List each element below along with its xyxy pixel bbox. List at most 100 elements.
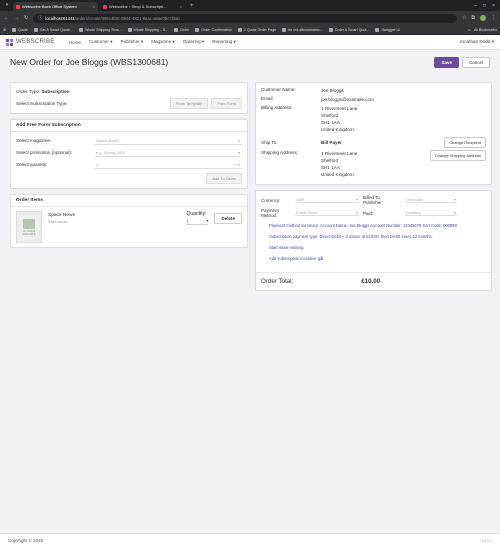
profile-avatar[interactable] [480,15,486,21]
chevron-down-icon: ▾ [491,39,494,44]
reload-icon[interactable]: ↻ [24,15,28,21]
nav-customer[interactable]: Customer ▾ [89,39,113,45]
billed-label: Billed To Publisher: [363,195,384,205]
currency-label: Currency: [261,197,281,203]
quantity-select[interactable]: 1 × ▾ [94,161,242,169]
maximize-icon[interactable]: □ [483,3,486,9]
browser-tab-backoffice[interactable]: Webscribe Back Office System × [13,2,98,11]
magazine-label: Select magazine: [16,138,52,143]
bookmark-star-icon[interactable]: ☆ [462,15,466,21]
payment-summary: Payment method summary: Account Name: Jo… [269,223,457,228]
save-button[interactable]: Save [434,56,459,68]
customer-panel: Customer Name: Joe Bloggs Email: joe.blogg… [255,82,492,185]
all-bookmarks[interactable]: ▭ All Bookmarks [468,28,497,32]
user-menu[interactable]: Jonathan Dodd ▾ [459,39,494,45]
payment-panel: Currency: GBP ▾ Billed To Publisher: Unkn… [255,190,492,291]
apps-icon[interactable]: ⊞ [3,28,6,32]
add-to-order-button[interactable]: Add To Order [206,173,242,184]
tab-search-icon[interactable]: ▾ [3,2,11,9]
free-form-panel: Add Free Form Subscription Select magazi… [10,119,248,189]
bookmark-item[interactable]: Whale Shipping – S... [127,27,168,32]
close-tab-icon[interactable]: × [180,4,182,9]
bookmark-item[interactable]: Order A Smart Quot... [328,27,369,32]
nav-ordering[interactable]: Ordering ▾ [183,39,204,45]
delete-item-button[interactable]: Delete [214,213,242,224]
bookmark-item[interactable]: Get A Smart Quote... [33,27,73,32]
app-logo[interactable]: WEBSCRIBE [6,38,55,46]
back-icon[interactable]: ← [4,15,9,21]
new-tab-button[interactable]: + [187,3,197,9]
change-shipping-button[interactable]: Change Shipping Address [429,150,486,161]
order-type-panel: Order Type: Subscription Select Subscrip… [10,82,248,114]
nav-publisher[interactable]: Publisher ▾ [121,39,144,45]
order-items-panel: Order Items NO IMAGE AVAILABLE Space New… [10,194,248,248]
change-recipient-button[interactable]: Change Recipient [444,137,486,148]
order-type-value: Subscription [41,89,70,94]
customer-name-label: Customer Name: [261,87,296,92]
chevron-down-icon: ▾ [355,210,358,215]
chevron-down-icon: ▾ [453,210,456,215]
customer-name: Joe Bloggs [321,88,344,93]
cancel-button[interactable]: Cancel [461,56,490,68]
chevron-down-icon: ▾ [110,39,113,44]
close-window-icon[interactable]: × [492,3,495,9]
promotion-select[interactable]: e.g. Spring 2023 ▾ [94,149,242,157]
nav-home[interactable]: Home [69,40,81,45]
favicon-icon [16,4,20,9]
minimize-icon[interactable]: – [474,3,477,9]
close-tab-icon[interactable]: × [93,4,95,9]
free-form-button[interactable]: Free Form [211,98,242,109]
shipping-label: Shipping Address: [261,150,299,155]
billing-address: 1 Rivermeet Lane Shelford SH1 1AA United Ki… [321,106,358,132]
chevron-down-icon: ▾ [237,149,240,155]
quantity-label: Select quantity: [16,162,48,167]
item-quantity-label: Quantity: [186,211,207,217]
bookmark-item[interactable]: Whole Shipping Sma... [78,27,122,32]
ship-to-value: Bill Payer [321,140,342,145]
url-bar[interactable]: ⓘ localhost:61441/orders/create/495c4b8c… [33,13,457,23]
image-placeholder-icon [23,218,35,229]
subscription-type-label: Select Subscription Type: [16,101,68,106]
order-total-label: Order Total: [261,278,294,285]
address-toolbar: ← → ↻ ⓘ localhost:61441/orders/create/49… [0,11,500,25]
add-incentive-link[interactable]: Add subscription incentive gift. [269,256,486,262]
menu-icon[interactable]: ⋮ [491,15,496,21]
page-footer: Copyright © 2025 v.0.9.1 [0,533,500,547]
from-template-button[interactable]: From Template [169,98,209,109]
version: v.0.9.1 [481,538,492,543]
bookmark-item[interactable]: Quote [12,27,28,32]
billed-select[interactable]: Unknown ▾ [405,197,457,203]
url-host: localhost:61441 [45,15,75,21]
extensions-icon[interactable]: ⧉ [471,15,475,21]
chevron-down-icon: ▾ [172,39,175,44]
bookmark-item[interactable]: Order Confirmation [195,27,232,32]
paid-select[interactable]: Pending ▾ [405,210,457,216]
paid-label: Paid: [363,210,374,216]
bookmark-item[interactable]: be.md-sfbookmarks... [282,27,323,32]
chevron-down-icon: ▾ [206,218,209,223]
favicon-icon [103,4,107,9]
item-quantity-select[interactable]: 1 ▾ [186,218,209,225]
app-navbar: WEBSCRIBE Home Customer ▾ Publisher ▾ Ma… [0,35,500,50]
bookmark-item[interactable]: Swagger UI [375,27,400,32]
brand-name: WEBSCRIBE [16,39,55,45]
payment-method-select[interactable]: Direct Debit ▾ [295,210,359,216]
nav-reporting[interactable]: Reporting ▾ [212,39,236,45]
magazine-select[interactable]: Space News ▾ [94,137,242,145]
billing-label: Billing Address: [261,105,293,110]
site-info-icon[interactable]: ⓘ [38,15,42,21]
browser-tab-shop[interactable]: Webscribe ‹ Shop & Subscripti... × [100,2,185,11]
order-total-value: £10.00 [361,278,381,285]
item-start-issue: Start issue: [48,219,69,224]
bookmark-item[interactable]: Order [174,27,189,32]
bookmark-item[interactable]: 2 Quote Order Page [237,27,276,32]
currency-select[interactable]: GBP ▾ [295,197,359,203]
nav-magazine[interactable]: Magazine ▾ [151,39,175,45]
chevron-down-icon: ▾ [237,137,240,143]
shipping-address: 1 Rivermeet Lane Shelford SH1 1AA United Ki… [321,151,358,177]
payment-method-label: Payment Method: [261,208,279,218]
tab-title: Webscribe Back Office System [22,4,77,9]
page-title: New Order for Joe Bloggs (WBS1300681) [10,57,169,67]
forward-icon[interactable]: → [14,15,19,21]
order-total-row: Order Total: £10.00 [256,272,491,290]
